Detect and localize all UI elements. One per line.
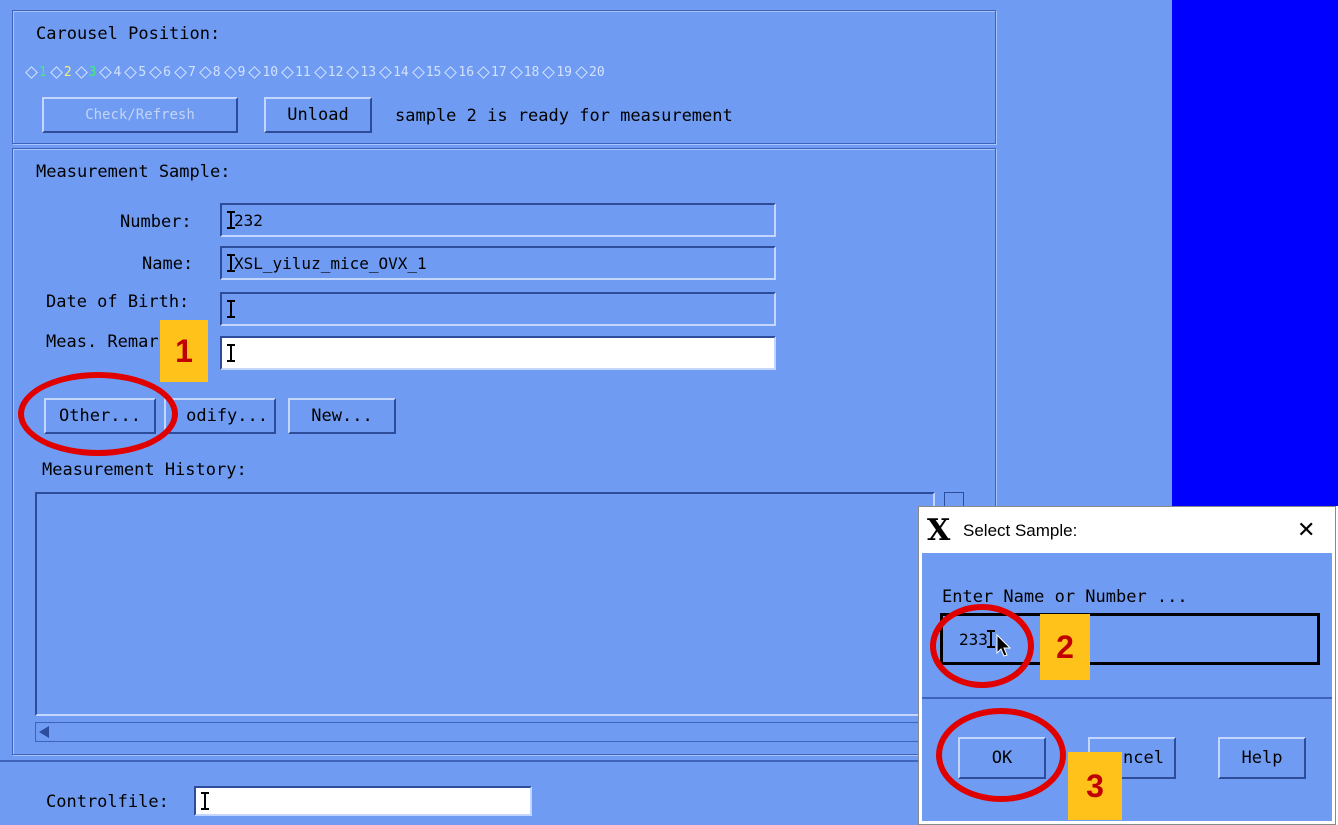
carousel-positions: 1 2 3 4 5 6 7 8 9 10 11 12 13 14 15 16 17 18 19 20	[25, 62, 610, 82]
modify-button[interactable]: odify...	[164, 398, 276, 434]
remark-label: Meas. Remar	[46, 332, 159, 352]
diamond-icon	[49, 66, 63, 79]
scroll-left-arrow-icon[interactable]	[39, 726, 49, 738]
check-refresh-button[interactable]: Check/Refresh	[42, 97, 238, 133]
controlfile-field[interactable]	[194, 786, 532, 816]
sample-title: Measurement Sample:	[36, 162, 231, 182]
carousel-position-20[interactable]: 20	[575, 65, 605, 80]
carousel-position-19[interactable]: 19	[542, 65, 572, 80]
controlfile-label: Controlfile:	[46, 792, 169, 812]
carousel-position-11[interactable]: 11	[281, 65, 311, 80]
name-field[interactable]: XSL_yiluz_mice_OVX_1	[220, 246, 776, 280]
carousel-position-9[interactable]: 9	[223, 65, 245, 80]
dialog-divider	[922, 697, 1332, 699]
ok-button-highlight-ring	[936, 708, 1066, 802]
blue-background-panel	[1172, 0, 1338, 506]
help-button[interactable]: Help	[1218, 737, 1306, 779]
number-label: Number:	[120, 212, 192, 232]
text-cursor-icon	[201, 792, 209, 810]
diamond-icon	[477, 66, 490, 79]
step-2-badge: 2	[1040, 614, 1090, 680]
dialog-title: Select Sample:	[963, 521, 1078, 540]
carousel-position-18[interactable]: 18	[509, 65, 539, 80]
diamond-icon	[198, 66, 212, 79]
carousel-position-13[interactable]: 13	[346, 65, 376, 80]
carousel-position-8[interactable]: 8	[198, 65, 221, 80]
text-cursor-icon	[227, 211, 235, 229]
diamond-icon	[444, 66, 458, 79]
carousel-position-16[interactable]: 16	[444, 65, 474, 80]
diamond-icon	[411, 66, 425, 79]
dialog-titlebar: X Select Sample: ✕	[919, 507, 1335, 553]
other-button-highlight-ring	[18, 372, 178, 456]
carousel-position-6[interactable]: 6	[149, 65, 171, 80]
name-label: Name:	[142, 254, 194, 274]
text-cursor-icon	[227, 344, 235, 362]
text-cursor-icon	[227, 254, 235, 272]
carousel-position-7[interactable]: 7	[174, 65, 196, 80]
history-hscrollbar[interactable]	[35, 722, 925, 742]
diamond-icon	[99, 66, 113, 79]
carousel-position-14[interactable]: 14	[379, 65, 409, 80]
carousel-position-4[interactable]: 4	[99, 65, 121, 80]
dob-label: Date of Birth:	[46, 292, 190, 312]
diamond-icon	[74, 66, 88, 79]
history-list[interactable]	[35, 492, 935, 716]
diamond-icon	[124, 66, 138, 79]
new-button[interactable]: New...	[288, 398, 396, 434]
dialog-input-highlight-ring	[930, 604, 1034, 688]
diamond-icon	[346, 66, 360, 79]
diamond-icon	[542, 66, 556, 79]
diamond-icon	[174, 66, 187, 79]
text-cursor-icon	[227, 300, 235, 318]
history-title: Measurement History:	[42, 460, 247, 480]
diamond-icon	[248, 66, 262, 79]
carousel-position-5[interactable]: 5	[124, 65, 146, 80]
carousel-position-15[interactable]: 15	[411, 65, 441, 80]
diamond-icon	[575, 66, 588, 79]
number-field[interactable]: 232	[220, 203, 776, 237]
diamond-icon	[25, 66, 38, 79]
x-logo-icon: X	[927, 513, 951, 548]
carousel-title: Carousel Position:	[36, 24, 221, 44]
diamond-icon	[313, 66, 327, 79]
carousel-status: sample 2 is ready for measurement	[395, 106, 733, 126]
unload-button[interactable]: Unload	[264, 97, 372, 133]
number-value: 232	[234, 210, 263, 230]
step-3-badge: 3	[1068, 752, 1122, 820]
step-1-badge: 1	[160, 320, 208, 382]
diamond-icon	[379, 66, 392, 79]
dob-field[interactable]	[220, 292, 776, 326]
carousel-position-2[interactable]: 2	[49, 65, 72, 80]
diamond-icon	[509, 66, 523, 79]
diamond-icon	[149, 66, 163, 79]
carousel-position-1[interactable]: 1	[25, 65, 47, 80]
carousel-position-10[interactable]: 10	[248, 65, 278, 80]
diamond-icon	[223, 66, 237, 79]
name-value: XSL_yiluz_mice_OVX_1	[234, 253, 427, 273]
carousel-position-3[interactable]: 3	[74, 65, 96, 80]
close-icon[interactable]: ✕	[1297, 517, 1315, 543]
carousel-position-12[interactable]: 12	[313, 65, 343, 80]
remark-field[interactable]	[220, 336, 776, 370]
diamond-icon	[281, 66, 294, 79]
carousel-position-17[interactable]: 17	[477, 65, 507, 80]
